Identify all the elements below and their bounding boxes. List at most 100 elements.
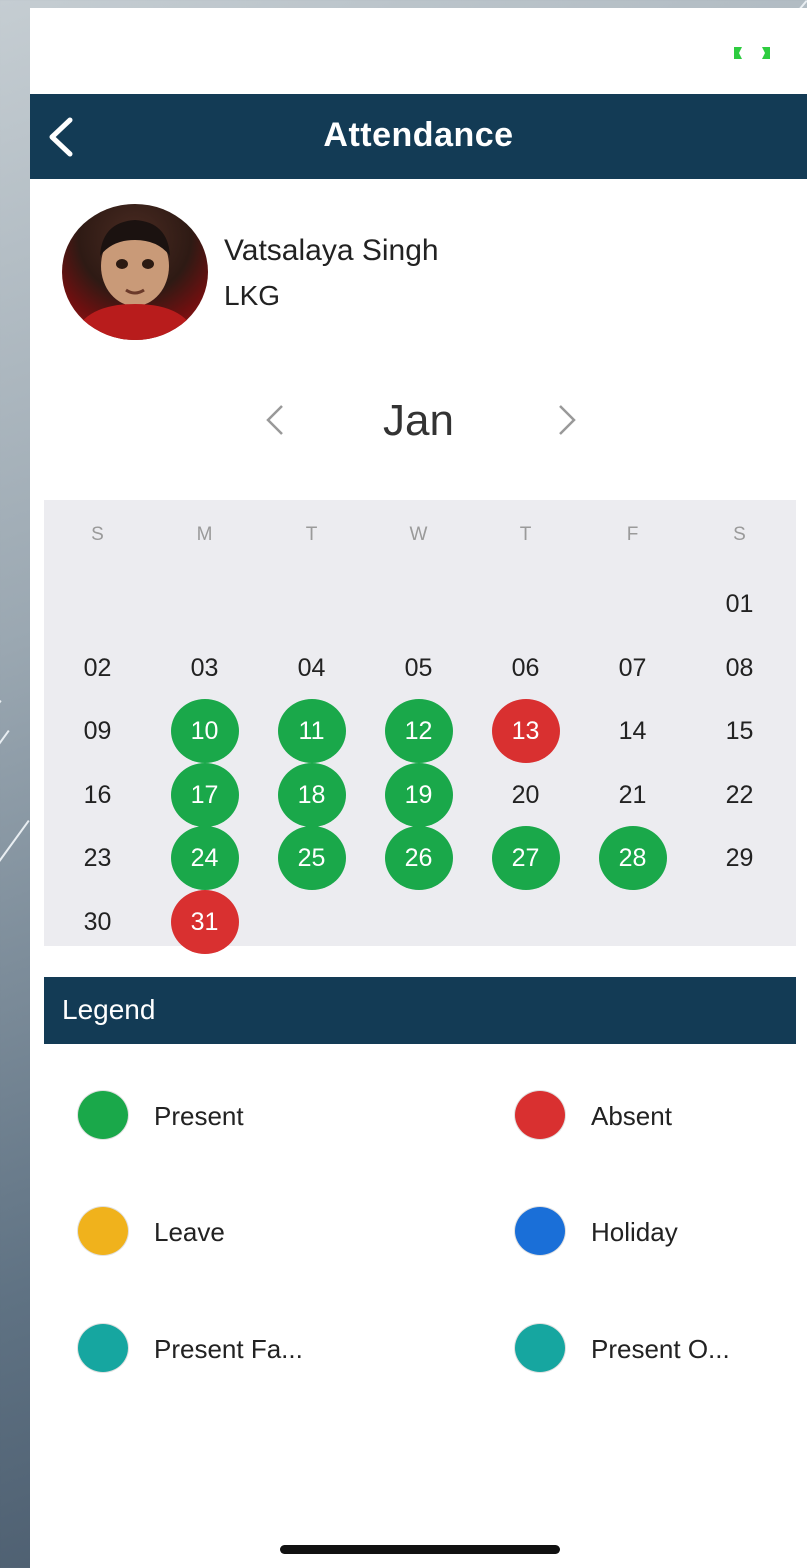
day-present-marker: 28 [598,826,667,890]
legend-item-present-o: Present O... [515,1324,795,1376]
day-present-marker: 27 [491,826,560,890]
calendar-day[interactable]: 25 [258,826,365,890]
calendar-day[interactable]: 24 [151,826,258,890]
student-name: Vatsalaya Singh [224,234,439,267]
legend-title: Legend [62,994,156,1025]
calendar-day[interactable]: 20 [472,763,579,827]
background-decoration [0,700,2,1122]
day-number: 04 [297,653,326,682]
calendar-day[interactable]: 30 [44,890,151,954]
day-absent-marker: 13 [491,699,560,763]
calendar-day[interactable]: 04 [258,636,365,700]
calendar-day[interactable]: 29 [686,826,793,890]
day-number: 22 [725,780,754,809]
legend-color-swatch [78,1091,128,1139]
legend-color-swatch [515,1324,565,1372]
legend-item-leave: Leave [78,1207,358,1259]
legend-header: Legend [44,977,796,1044]
day-number: 30 [83,907,112,936]
calendar-day[interactable]: 03 [151,636,258,700]
day-present-marker: 25 [277,826,346,890]
day-number: 15 [725,717,754,745]
day-absent-marker: 31 [170,889,239,954]
background-decoration [0,730,10,1152]
home-indicator[interactable] [280,1545,560,1554]
legend-label: Holiday [591,1217,678,1247]
background-decoration [0,820,30,1032]
legend-label: Present Fa... [154,1334,303,1364]
day-number: 06 [511,653,540,682]
calendar-day[interactable]: 09 [44,699,151,763]
calendar-day[interactable]: 02 [44,636,151,700]
day-number: 21 [618,780,647,809]
legend-color-swatch [78,1207,128,1255]
day-number: 02 [83,653,112,682]
calendar-day[interactable]: 14 [579,699,686,763]
month-label: Jan [383,396,454,445]
calendar-day[interactable]: 28 [579,826,686,890]
calendar-day[interactable]: 16 [44,763,151,827]
calendar-day[interactable]: 21 [579,763,686,827]
calendar-grid: S M T W T F S 01 02 03 04 05 06 07 08 09 10 11 12 13 14 15 16 1… [44,500,796,954]
calendar-day[interactable]: 07 [579,636,686,700]
calendar-day[interactable]: 06 [472,636,579,700]
day-number: 08 [725,653,754,682]
legend-item-present-fa: Present Fa... [78,1324,358,1376]
day-present-marker: 18 [277,762,346,827]
calendar-day[interactable]: 08 [686,636,793,700]
weekday-label: M [196,524,213,545]
day-number: 05 [404,653,433,682]
weekday-label: F [626,524,639,545]
battery-icon [734,47,770,59]
legend-color-swatch [515,1091,565,1139]
day-present-marker: 10 [170,699,239,763]
calendar-day[interactable]: 15 [686,699,793,763]
calendar-day[interactable]: 11 [258,699,365,763]
calendar-day[interactable]: 27 [472,826,579,890]
calendar-day[interactable]: 05 [365,636,472,700]
legend-label: Leave [154,1217,225,1247]
day-present-marker: 11 [277,699,346,763]
day-present-marker: 24 [170,826,239,890]
month-navigator: Jan [30,392,807,452]
weekday-label: T [519,524,532,545]
day-present-marker: 19 [384,762,453,827]
weekday-label: S [91,524,104,545]
calendar-day[interactable]: 01 [686,572,793,636]
day-number: 07 [618,653,647,682]
calendar-day[interactable]: 12 [365,699,472,763]
avatar-photo [72,220,198,340]
page-title: Attendance [323,116,514,154]
calendar-day[interactable]: 22 [686,763,793,827]
weekday-label: W [409,524,428,545]
day-number: 23 [83,844,112,872]
calendar-day[interactable]: 17 [151,762,258,827]
day-present-marker: 12 [384,699,453,763]
status-bar [30,8,807,94]
app-screen: Attendance Vatsalaya Singh LKG Jan S M T W T… [30,8,807,1568]
legend-label: Present [154,1101,244,1131]
legend-color-swatch [78,1324,128,1372]
calendar-day[interactable]: 26 [365,826,472,890]
day-number: 16 [83,780,112,809]
day-number: 14 [618,717,647,745]
legend-label: Present O... [591,1334,730,1364]
calendar-day[interactable]: 31 [151,889,258,954]
day-number: 20 [511,780,540,809]
legend-label: Absent [591,1101,672,1131]
calendar-day[interactable]: 19 [365,762,472,827]
legend-item-present: Present [78,1091,358,1143]
legend-item-holiday: Holiday [515,1207,795,1259]
calendar-day[interactable]: 23 [44,826,151,890]
calendar-day[interactable]: 13 [472,699,579,763]
calendar-day[interactable]: 18 [258,762,365,827]
student-class: LKG [224,280,281,311]
calendar-day[interactable]: 10 [151,699,258,763]
avatar [62,204,208,340]
day-number: 03 [190,653,219,682]
weekday-label: T [305,524,318,545]
chevron-right-icon[interactable] [554,400,580,440]
day-number: 01 [725,590,754,618]
legend-item-absent: Absent [515,1091,795,1143]
app-header: Attendance [30,94,807,179]
